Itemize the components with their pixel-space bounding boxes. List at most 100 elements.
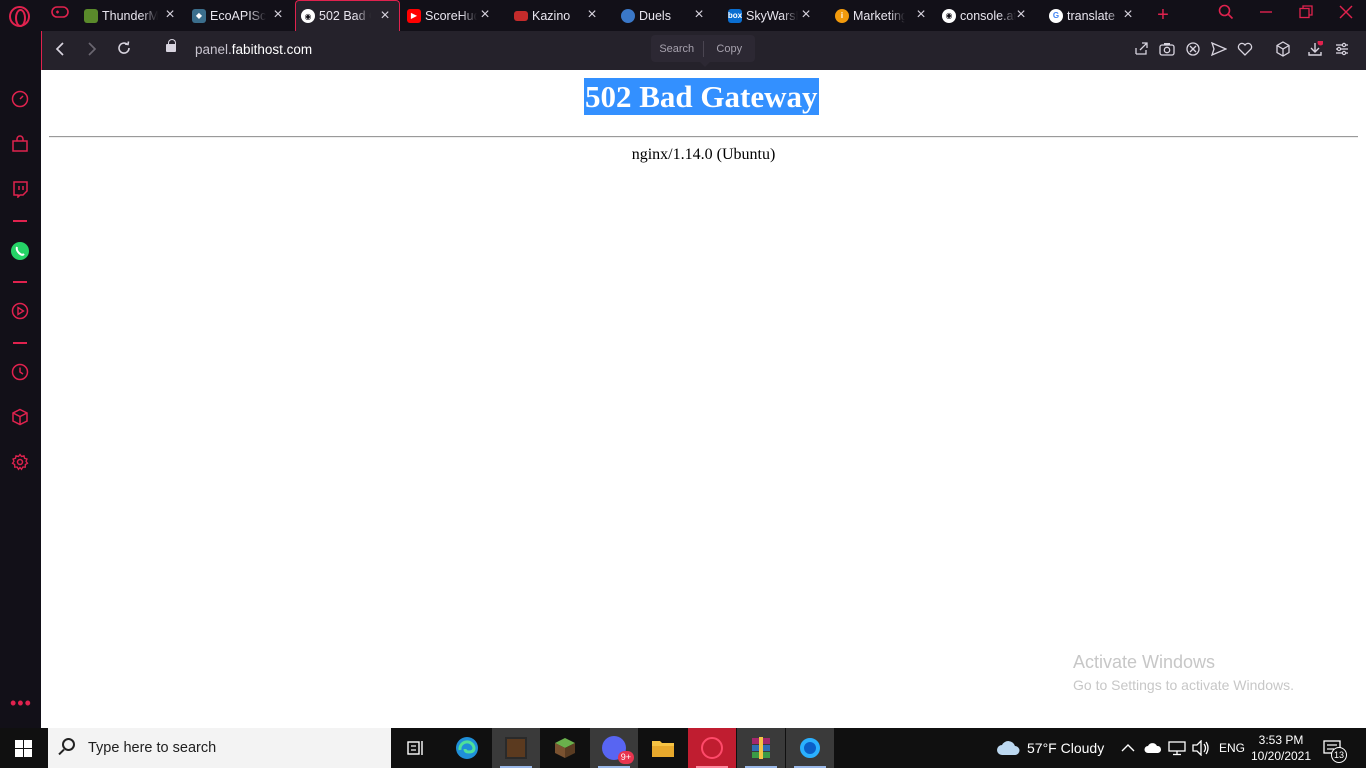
extensions-cube-icon[interactable]: [10, 408, 30, 428]
winrar-app-icon[interactable]: [737, 728, 785, 768]
sidebar: •••: [0, 31, 41, 728]
google-icon: G: [1049, 8, 1063, 23]
minecraft-dungeons-app-icon[interactable]: [492, 728, 540, 768]
onedrive-icon[interactable]: [1144, 728, 1162, 768]
globe-icon: ◉: [942, 8, 956, 23]
forward-button[interactable]: [80, 39, 104, 63]
info-icon: i: [835, 8, 849, 23]
close-tab-icon[interactable]: ×: [1013, 7, 1029, 23]
page-content: 502 Bad Gateway nginx/1.14.0 (Ubuntu) Ac…: [41, 70, 1366, 728]
sidebar-divider: [13, 281, 27, 283]
close-tab-icon[interactable]: ×: [377, 8, 393, 24]
clock[interactable]: 3:53 PM 10/20/2021: [1246, 732, 1316, 764]
close-tab-icon[interactable]: ×: [584, 7, 600, 23]
server-info: nginx/1.14.0 (Ubuntu): [631, 146, 776, 163]
eco-icon: ◆: [192, 8, 206, 23]
steam-app-icon[interactable]: [786, 728, 834, 768]
task-view-button[interactable]: [392, 728, 440, 768]
close-tab-icon[interactable]: ×: [477, 7, 493, 23]
start-button[interactable]: [15, 740, 32, 757]
url-field[interactable]: panel.fabithost.com: [195, 42, 312, 57]
tab-thundermc[interactable]: ThunderMC ×: [84, 0, 184, 31]
popup-copy-button[interactable]: Copy: [704, 43, 756, 55]
close-tab-icon[interactable]: ×: [162, 7, 178, 23]
cloud-icon: [997, 741, 1020, 755]
tab-scorehud[interactable]: ▶ ScoreHud ×: [407, 0, 499, 31]
player-icon[interactable]: [10, 302, 30, 322]
twitch-icon[interactable]: [10, 180, 30, 200]
close-tab-icon[interactable]: ×: [270, 7, 286, 23]
close-tab-icon[interactable]: ×: [913, 7, 929, 23]
tab-duels[interactable]: Duels ×: [621, 0, 713, 31]
opera-gx-app-icon[interactable]: [688, 728, 736, 768]
globe-icon: ◉: [301, 9, 315, 23]
tab-bar: ThunderMC × ◆ EcoAPIScoreHud × ◉ 502 Bad…: [0, 0, 1366, 31]
kazino-icon: [514, 10, 528, 21]
search-tabs-icon[interactable]: [1215, 4, 1237, 26]
divider: [49, 136, 1358, 138]
sidebar-divider: [13, 220, 27, 222]
language-indicator[interactable]: ENG: [1219, 728, 1245, 768]
taskbar-search[interactable]: Type here to search: [48, 728, 391, 768]
back-button[interactable]: [48, 39, 72, 63]
download-icon[interactable]: [1305, 39, 1325, 61]
minecraft-block-icon: [505, 737, 527, 759]
camera-icon[interactable]: [1157, 41, 1177, 61]
selection-popup: Search Copy: [651, 35, 756, 67]
address-bar: panel.fabithost.com Search Copy: [41, 31, 1366, 70]
minecraft-app-icon[interactable]: [541, 728, 589, 768]
close-tab-icon[interactable]: ×: [691, 7, 707, 23]
popup-search-button[interactable]: Search: [651, 43, 703, 55]
send-icon[interactable]: [1209, 41, 1229, 61]
weather-widget[interactable]: 57°F Cloudy: [996, 728, 1104, 768]
tab-kazino[interactable]: Kazino ×: [514, 0, 606, 31]
opera-logo-icon: [701, 737, 723, 759]
box-icon: box: [728, 8, 742, 23]
restore-button[interactable]: [1295, 4, 1317, 26]
more-options-icon[interactable]: •••: [10, 694, 31, 718]
lock-icon[interactable]: [166, 39, 176, 52]
file-explorer-app-icon[interactable]: [639, 728, 687, 768]
show-hidden-icons-button[interactable]: [1121, 728, 1135, 768]
reload-button[interactable]: [112, 39, 136, 63]
tab-console-aternos[interactable]: ◉ console.aternos ×: [942, 0, 1035, 31]
opera-logo-icon[interactable]: [9, 6, 30, 27]
cube-icon[interactable]: [1273, 41, 1293, 61]
duels-icon: [621, 8, 635, 23]
discord-icon: 9+: [602, 736, 634, 764]
tab-translate[interactable]: G translate ×: [1049, 0, 1142, 31]
discord-app-icon[interactable]: 9+: [590, 728, 638, 768]
close-tab-icon[interactable]: ×: [798, 7, 814, 23]
tab-ecoapi[interactable]: ◆ EcoAPIScoreHud ×: [192, 0, 292, 31]
volume-icon[interactable]: [1192, 728, 1210, 768]
close-tab-icon[interactable]: ×: [1120, 7, 1136, 23]
youtube-icon: ▶: [407, 8, 421, 23]
speed-dial-icon[interactable]: [10, 90, 30, 110]
network-icon[interactable]: [1168, 728, 1186, 768]
history-clock-icon[interactable]: [10, 363, 30, 383]
edge-app-icon[interactable]: [443, 728, 491, 768]
discord-badge: 9+: [617, 751, 634, 764]
circle-app-icon: [800, 738, 820, 758]
sidebar-divider: [13, 342, 27, 344]
minecraft-block-icon: [84, 8, 98, 23]
tab-skywarspe[interactable]: box SkyWarsPE ×: [728, 0, 820, 31]
page-title: 502 Bad Gateway: [584, 78, 819, 115]
gamepad-icon[interactable]: [49, 4, 71, 26]
minimize-button[interactable]: [1255, 4, 1277, 26]
tab-marketing[interactable]: i Marketing ×: [835, 0, 935, 31]
activate-windows-watermark: Activate Windows Go to Settings to activ…: [1073, 652, 1294, 693]
new-tab-button[interactable]: +: [1152, 4, 1174, 26]
whatsapp-icon[interactable]: [10, 241, 30, 261]
search-icon: [62, 738, 75, 751]
adblock-icon[interactable]: [1183, 41, 1203, 61]
share-icon[interactable]: [1131, 41, 1151, 61]
heart-icon[interactable]: [1235, 41, 1255, 61]
shopping-bag-icon[interactable]: [10, 135, 30, 155]
settings-gear-icon[interactable]: [10, 453, 30, 473]
taskbar: Type here to search 9+ 57°F Cloudy ENG 3…: [0, 728, 1366, 768]
tab-502-bad-gateway[interactable]: ◉ 502 Bad Gateway ×: [295, 0, 400, 31]
notifications-button[interactable]: 13: [1323, 728, 1347, 768]
easy-setup-icon[interactable]: [1332, 41, 1352, 61]
close-window-button[interactable]: [1335, 4, 1357, 26]
